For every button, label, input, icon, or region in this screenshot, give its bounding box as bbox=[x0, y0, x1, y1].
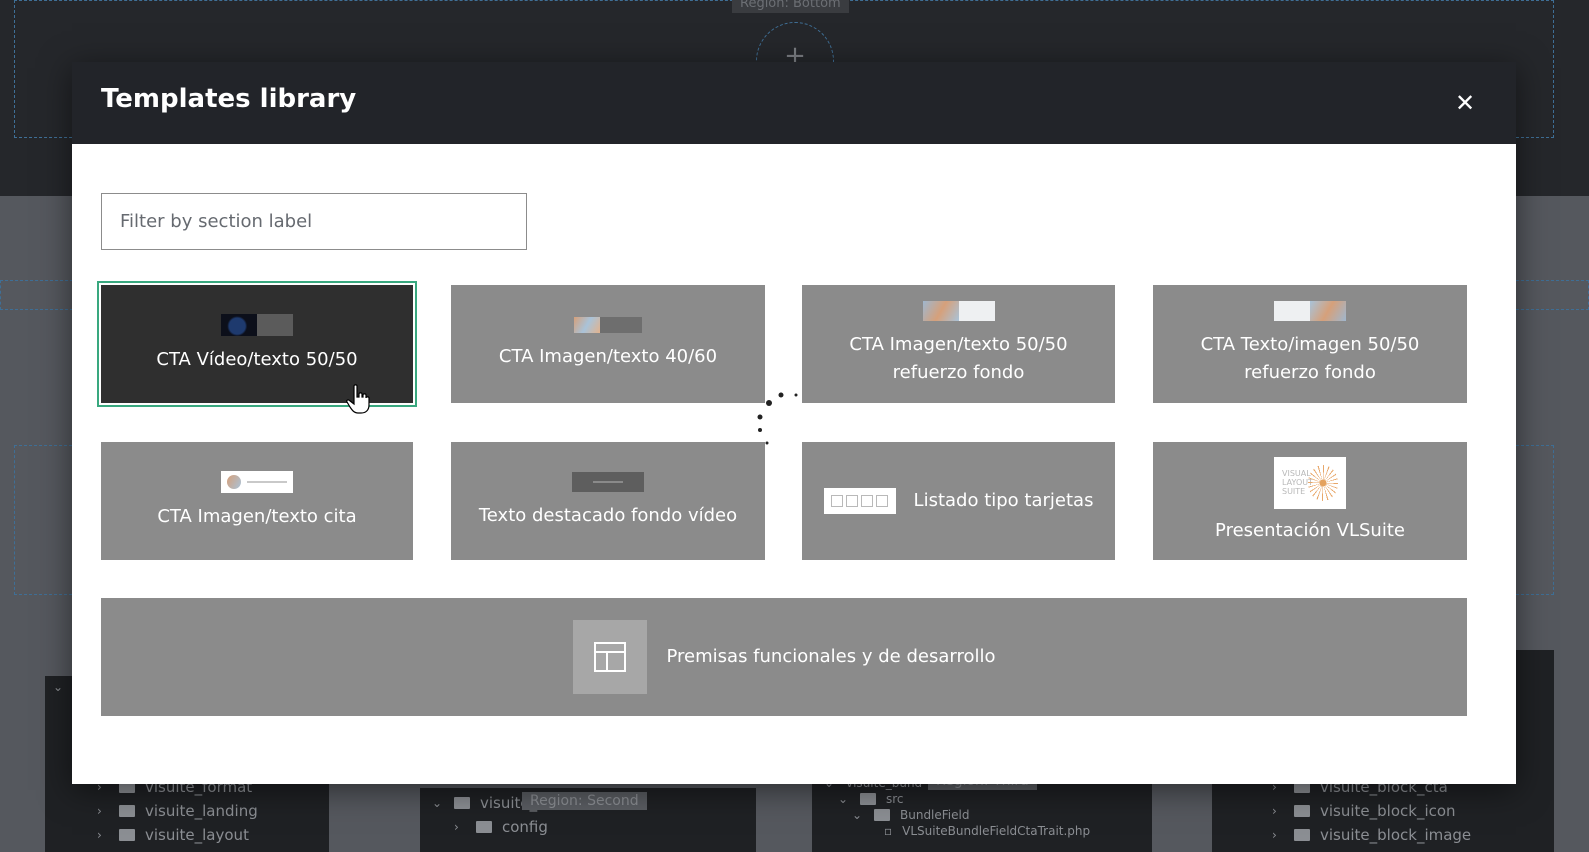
image-text-bg-thumb bbox=[922, 301, 995, 321]
video-text-thumb bbox=[221, 314, 293, 336]
chevron-right-icon: › bbox=[454, 820, 459, 834]
template-card-video-bg-text[interactable]: Texto destacado fondo vídeo bbox=[451, 442, 765, 560]
chevron-right-icon: › bbox=[97, 828, 102, 842]
region-bottom-label: Region: Bottom bbox=[732, 0, 849, 13]
filter-input[interactable] bbox=[101, 193, 527, 250]
layout-grid-icon bbox=[593, 642, 626, 672]
tree-item: ▫ VLSuiteBundleFieldCtaTrait.php bbox=[884, 824, 1091, 838]
folder-icon bbox=[119, 805, 135, 817]
chevron-right-icon: › bbox=[1272, 804, 1277, 818]
template-label: Presentación VLSuite bbox=[1215, 520, 1405, 541]
dialog-title: Templates library bbox=[101, 84, 357, 114]
template-label: Listado tipo tarjetas bbox=[913, 490, 1094, 511]
template-card-functional-premises[interactable]: Premisas funcionales y de desarrollo bbox=[101, 598, 1467, 716]
tree-item: › visuite_landing bbox=[97, 802, 258, 820]
template-label: Texto destacado fondo vídeo bbox=[478, 505, 738, 526]
tree-item: ⌄ src bbox=[838, 792, 904, 806]
tree-item: › visuite_block_icon bbox=[1272, 802, 1456, 820]
text-image-bg-thumb bbox=[1274, 301, 1346, 321]
template-label: CTA Vídeo/texto 50/50 bbox=[156, 349, 358, 370]
chevron-right-icon: › bbox=[97, 804, 102, 818]
chevron-right-icon: › bbox=[1272, 828, 1277, 842]
folder-icon bbox=[454, 797, 470, 809]
folder-icon bbox=[476, 821, 492, 833]
chevron-down-icon: ⌄ bbox=[838, 792, 849, 806]
tree-item: › config bbox=[454, 818, 548, 836]
template-card-cta-image-text-50-50-bg[interactable]: CTA Imagen/texto 50/50 refuerzo fondo bbox=[802, 285, 1115, 403]
layout-icon bbox=[572, 620, 647, 694]
template-card-cta-text-image-50-50-bg[interactable]: CTA Texto/imagen 50/50 refuerzo fondo bbox=[1153, 285, 1467, 403]
template-label: CTA Imagen/texto 40/60 bbox=[498, 346, 718, 367]
close-icon[interactable]: ✕ bbox=[1450, 88, 1480, 118]
video-bg-thumb bbox=[572, 472, 644, 492]
template-label: Premisas funcionales y de desarrollo bbox=[666, 646, 996, 667]
chevron-down-icon: ⌄ bbox=[53, 680, 64, 694]
loading-spinner-icon bbox=[757, 392, 798, 445]
template-card-cta-image-quote[interactable]: CTA Imagen/texto cita bbox=[101, 442, 413, 560]
template-card-cta-image-text-40-60[interactable]: CTA Imagen/texto 40/60 bbox=[451, 285, 765, 403]
folder-icon bbox=[874, 809, 890, 821]
file-icon: ▫ bbox=[884, 824, 893, 838]
template-label: CTA Imagen/texto cita bbox=[157, 506, 357, 527]
tree-item: › visuite_block_image bbox=[1272, 826, 1472, 844]
folder-icon bbox=[860, 793, 876, 805]
image-text-thumb bbox=[574, 317, 642, 333]
folder-icon bbox=[1294, 829, 1310, 841]
tree-item: › visuite_layout bbox=[97, 826, 249, 844]
folder-icon bbox=[119, 829, 135, 841]
image-quote-thumb bbox=[221, 471, 293, 493]
tree-item: ⌄ BundleField bbox=[852, 808, 970, 822]
template-label: CTA Imagen/texto 50/50 refuerzo fondo bbox=[849, 334, 1068, 383]
chevron-down-icon: ⌄ bbox=[432, 796, 443, 810]
sunburst-icon bbox=[1308, 465, 1338, 501]
cards-list-thumb bbox=[823, 488, 896, 514]
region-second-label: Region: Second bbox=[522, 792, 647, 810]
template-card-cards-list[interactable]: Listado tipo tarjetas bbox=[802, 442, 1115, 560]
dialog-header: Templates library ✕ bbox=[72, 62, 1516, 144]
vlsuite-logo-text: VISUAL LAYOUT SUITE bbox=[1282, 469, 1313, 496]
folder-icon bbox=[1294, 805, 1310, 817]
template-card-vlsuite-presentation[interactable]: VISUAL LAYOUT SUITE Presentación VLSuite bbox=[1153, 442, 1467, 560]
chevron-down-icon: ⌄ bbox=[852, 808, 863, 822]
template-label: CTA Texto/imagen 50/50 refuerzo fondo bbox=[1200, 334, 1420, 383]
vlsuite-logo-thumb: VISUAL LAYOUT SUITE bbox=[1274, 457, 1346, 509]
hand-cursor-icon bbox=[346, 384, 370, 414]
